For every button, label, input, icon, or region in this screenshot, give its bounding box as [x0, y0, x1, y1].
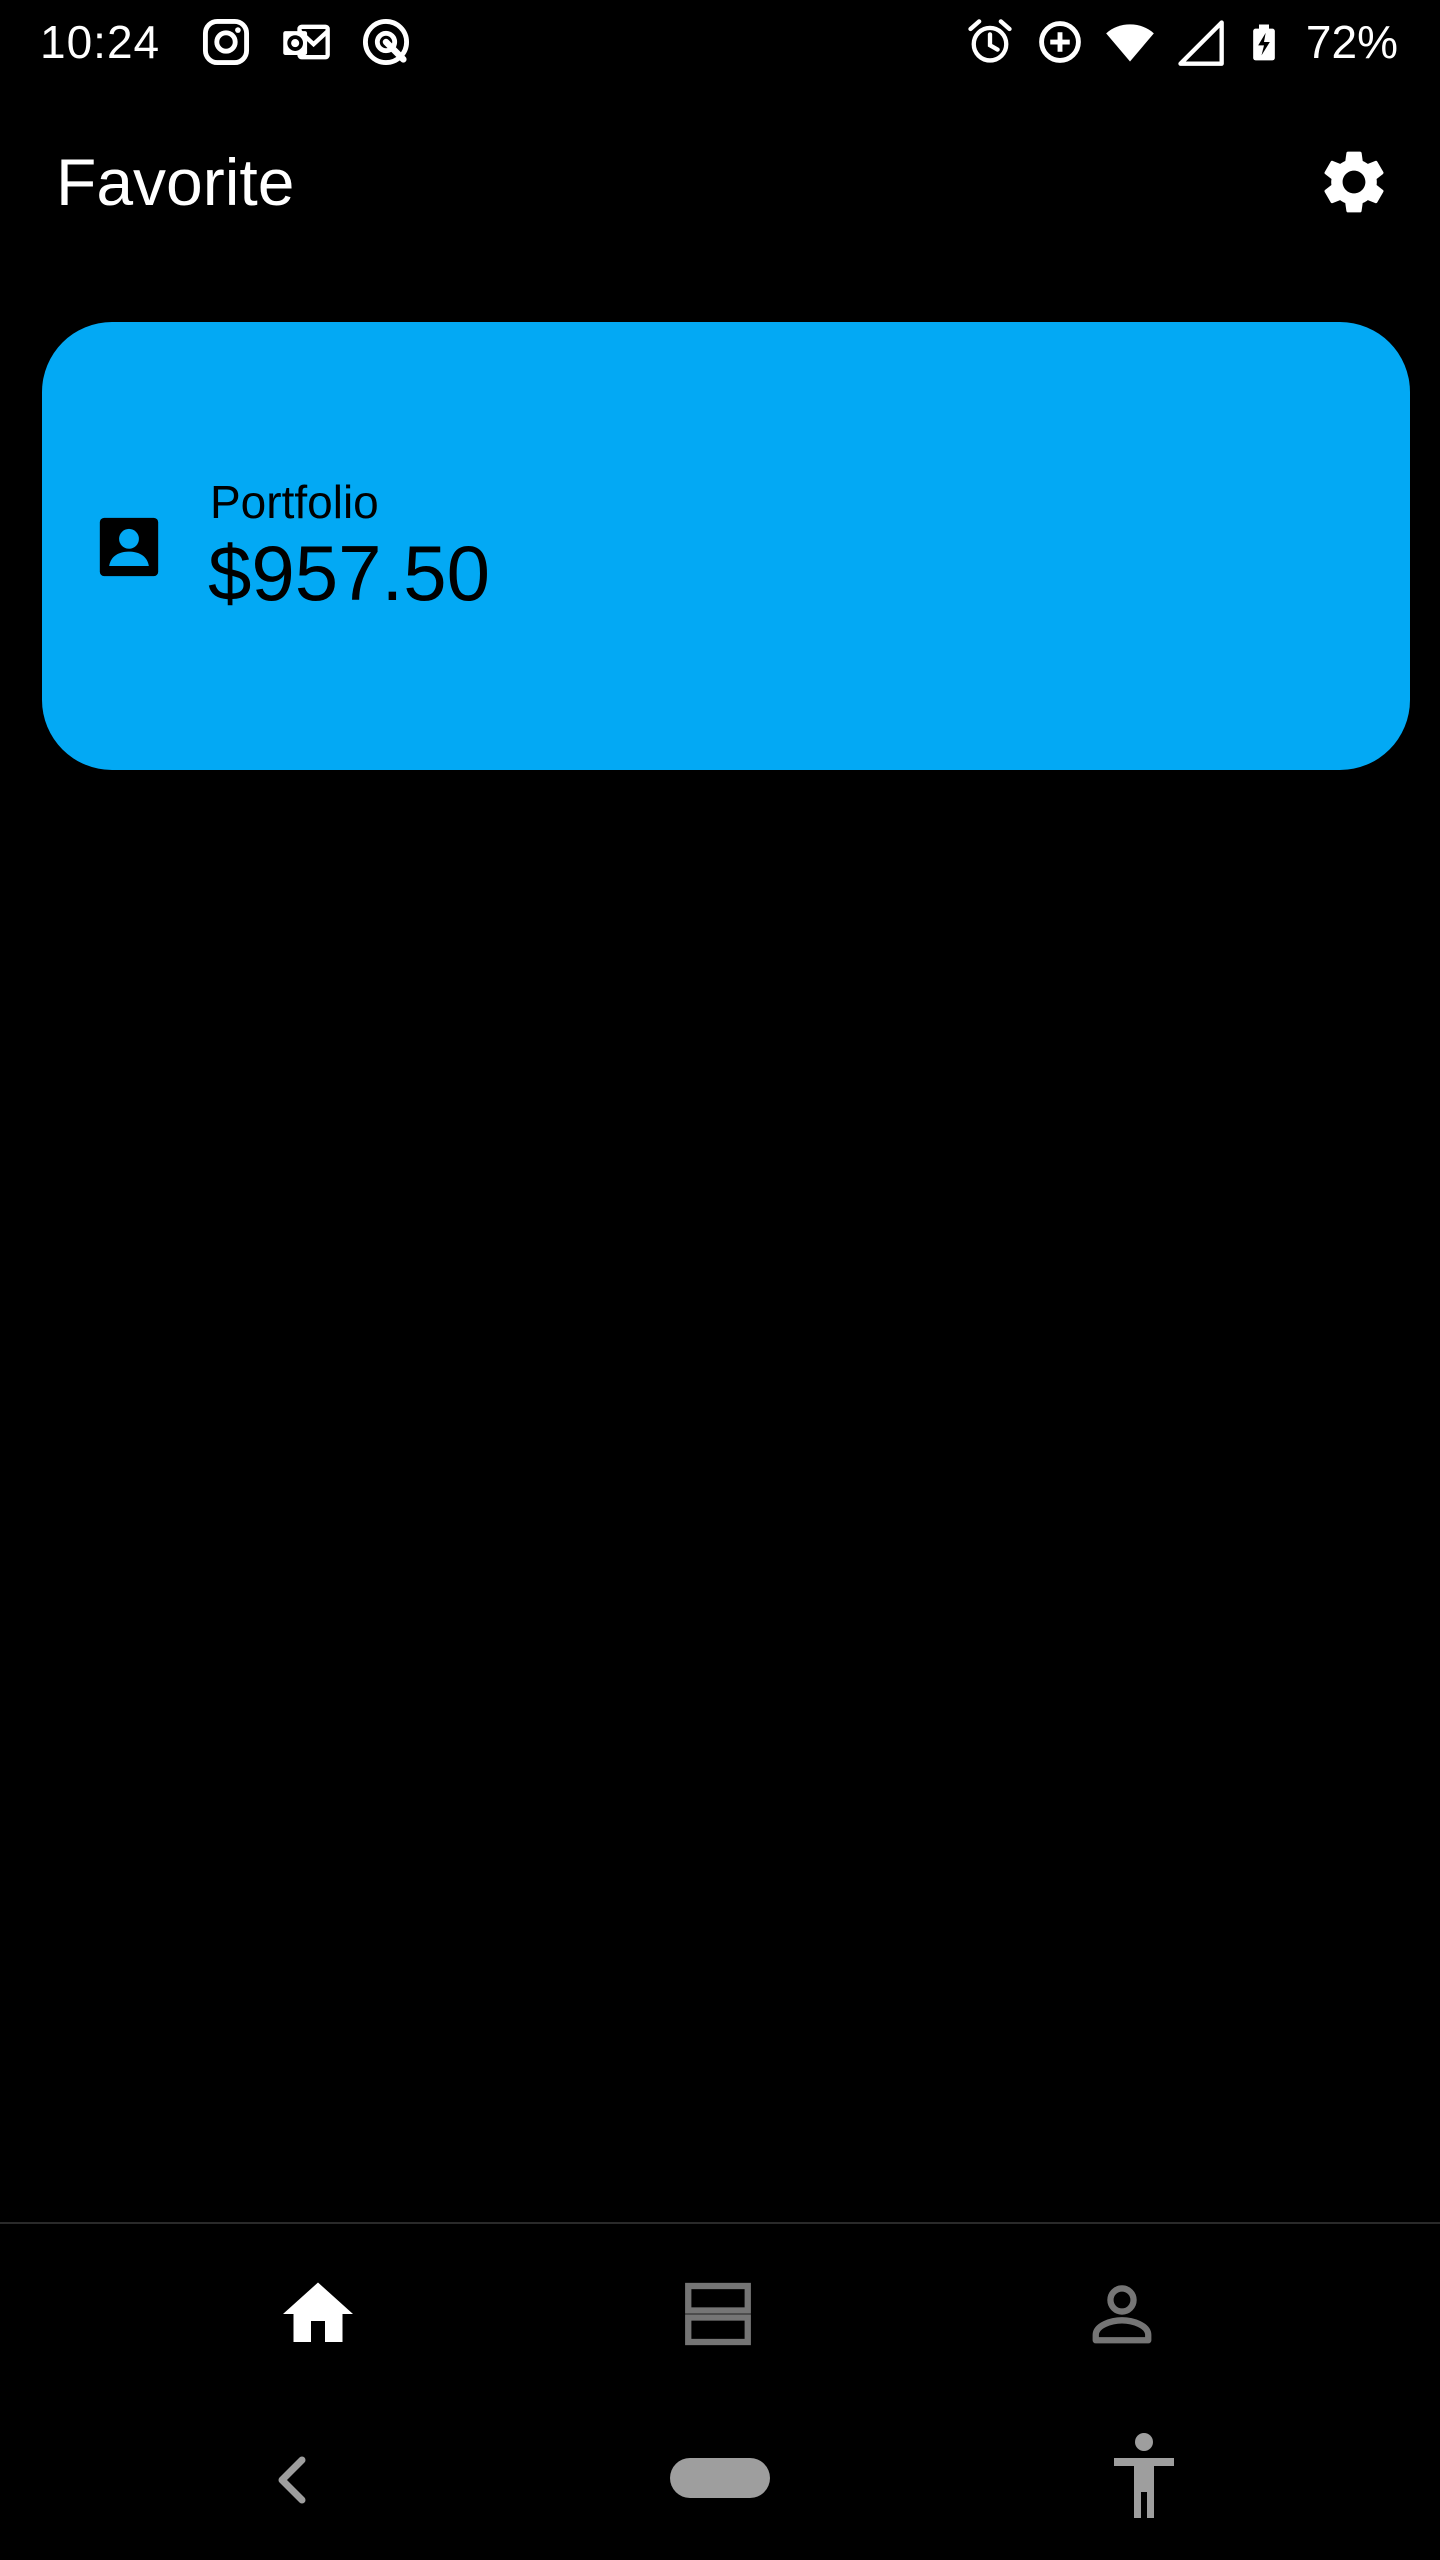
status-bar: 10:24 72% — [0, 0, 1440, 84]
alarm-icon — [968, 19, 1012, 63]
portfolio-card[interactable]: Portfolio $957.50 — [42, 322, 1410, 770]
instagram-icon — [202, 18, 250, 66]
system-home-pill[interactable] — [670, 2458, 770, 2498]
nav-home-tab[interactable] — [258, 2272, 378, 2392]
bottom-navigation — [0, 2222, 1440, 2392]
page-title: Favorite — [56, 145, 295, 219]
list-view-icon — [685, 2282, 751, 2346]
data-saver-icon — [1039, 21, 1081, 63]
nav-profile-tab[interactable] — [1062, 2272, 1182, 2392]
person-icon — [1092, 2285, 1152, 2344]
status-notification-icons — [200, 16, 412, 68]
battery-percent: 72% — [1305, 16, 1398, 68]
outlook-icon — [283, 24, 330, 60]
nav-list-tab[interactable] — [658, 2272, 778, 2392]
settings-button[interactable] — [1312, 140, 1396, 224]
wifi-icon — [1106, 24, 1154, 62]
gear-icon — [1324, 151, 1384, 213]
system-accessibility-button[interactable] — [1108, 2430, 1180, 2520]
card-icon-wrapper — [94, 512, 164, 582]
signal-icon — [1178, 20, 1224, 66]
home-icon — [283, 2282, 353, 2342]
radar-app-icon — [362, 18, 410, 66]
system-back-button[interactable] — [262, 2440, 322, 2520]
contact-card-icon — [99, 517, 159, 577]
portfolio-value: $957.50 — [208, 529, 490, 617]
battery-charging-icon — [1253, 24, 1275, 61]
accessibility-icon — [1114, 2433, 1174, 2518]
portfolio-label: Portfolio — [210, 476, 379, 528]
system-navigation-bar — [0, 2392, 1440, 2560]
status-time: 10:24 — [40, 16, 161, 68]
status-system-icons: 72% — [964, 14, 1398, 70]
back-chevron-icon — [278, 2456, 306, 2504]
